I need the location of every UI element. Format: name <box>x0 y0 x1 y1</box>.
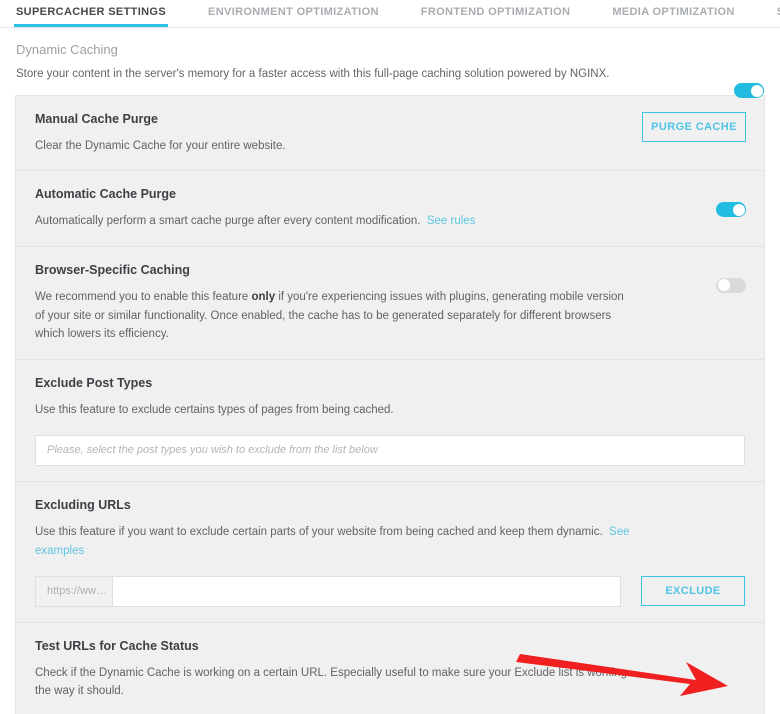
purge-cache-button[interactable]: PURGE CACHE <box>642 112 746 142</box>
automatic-cache-purge-description: Automatically perform a smart cache purg… <box>35 212 635 231</box>
tab-environment-optimization[interactable]: ENVIRONMENT OPTIMIZATION <box>208 0 379 27</box>
toggle-knob <box>733 204 745 216</box>
excluding-urls-text: Use this feature if you want to exclude … <box>35 526 603 538</box>
tab-supercacher-settings[interactable]: SUPERCACHER SETTINGS <box>16 0 166 27</box>
row-browser-specific-caching: Browser-Specific Caching We recommend yo… <box>16 247 764 360</box>
see-rules-link[interactable]: See rules <box>427 215 476 227</box>
row-automatic-cache-purge: Automatic Cache Purge Automatically perf… <box>16 171 764 247</box>
manual-cache-purge-description: Clear the Dynamic Cache for your entire … <box>35 137 635 156</box>
excluding-urls-description: Use this feature if you want to exclude … <box>35 523 635 560</box>
exclude-post-types-input[interactable]: Please, select the post types you wish t… <box>35 435 745 466</box>
exclude-post-types-title: Exclude Post Types <box>35 376 745 390</box>
exclude-button[interactable]: EXCLUDE <box>641 576 745 606</box>
bsc-emphasis: only <box>252 291 276 303</box>
dynamic-caching-description: Store your content in the server's memor… <box>16 66 764 83</box>
test-urls-title: Test URLs for Cache Status <box>35 639 745 653</box>
test-urls-description: Check if the Dynamic Cache is working on… <box>35 664 635 701</box>
automatic-cache-purge-title: Automatic Cache Purge <box>35 187 745 201</box>
excluding-urls-prefix: https://ww… <box>35 576 112 607</box>
excluding-urls-input-row: https://ww… EXCLUDE <box>35 576 745 607</box>
automatic-cache-purge-toggle[interactable] <box>716 202 746 217</box>
tab-bar: SUPERCACHER SETTINGS ENVIRONMENT OPTIMIZ… <box>0 0 780 28</box>
exclude-post-types-description: Use this feature to exclude certains typ… <box>35 401 635 420</box>
row-exclude-post-types: Exclude Post Types Use this feature to e… <box>16 360 764 483</box>
tab-frontend-optimization[interactable]: FRONTEND OPTIMIZATION <box>421 0 571 27</box>
row-manual-cache-purge: Manual Cache Purge Clear the Dynamic Cac… <box>16 96 764 172</box>
excluding-urls-input[interactable] <box>112 576 621 607</box>
row-test-urls: Test URLs for Cache Status Check if the … <box>16 623 764 714</box>
browser-specific-caching-description: We recommend you to enable this feature … <box>35 288 635 344</box>
toggle-knob <box>718 279 730 291</box>
browser-specific-caching-title: Browser-Specific Caching <box>35 263 745 277</box>
tab-media-optimization[interactable]: MEDIA OPTIMIZATION <box>612 0 734 27</box>
dynamic-caching-title: Dynamic Caching <box>16 42 764 57</box>
manual-cache-purge-title: Manual Cache Purge <box>35 112 745 126</box>
dynamic-caching-header: Dynamic Caching Store your content in th… <box>0 28 780 95</box>
automatic-cache-purge-text: Automatically perform a smart cache purg… <box>35 215 420 227</box>
supercacher-settings-panel: Manual Cache Purge Clear the Dynamic Cac… <box>15 95 765 714</box>
row-excluding-urls: Excluding URLs Use this feature if you w… <box>16 482 764 622</box>
browser-specific-caching-toggle[interactable] <box>716 278 746 293</box>
excluding-urls-title: Excluding URLs <box>35 498 745 512</box>
bsc-text-part1: We recommend you to enable this feature <box>35 291 252 303</box>
